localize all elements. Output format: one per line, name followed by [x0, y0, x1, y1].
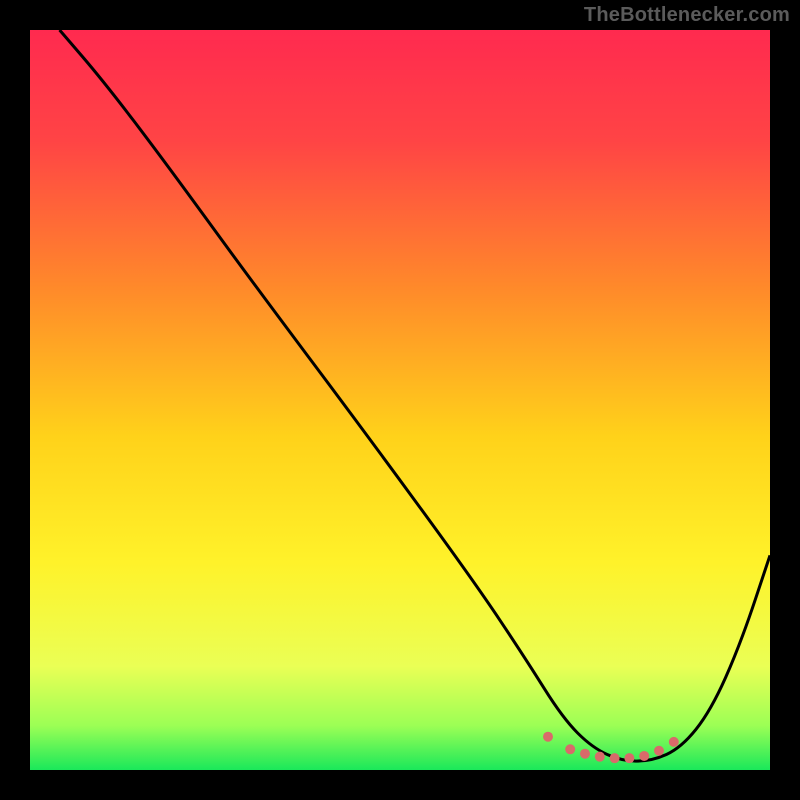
plot-area: [30, 30, 770, 770]
chart-container: TheBottlenecker.com: [0, 0, 800, 800]
optimal-dot: [580, 749, 590, 759]
optimal-dot: [610, 753, 620, 763]
optimal-dot: [639, 751, 649, 761]
chart-svg: [30, 30, 770, 770]
optimal-dot: [669, 737, 679, 747]
gradient-background: [30, 30, 770, 770]
optimal-dot: [543, 732, 553, 742]
optimal-dot: [595, 752, 605, 762]
optimal-dot: [654, 746, 664, 756]
optimal-dot: [624, 753, 634, 763]
watermark-text: TheBottlenecker.com: [584, 4, 790, 27]
optimal-dot: [565, 744, 575, 754]
